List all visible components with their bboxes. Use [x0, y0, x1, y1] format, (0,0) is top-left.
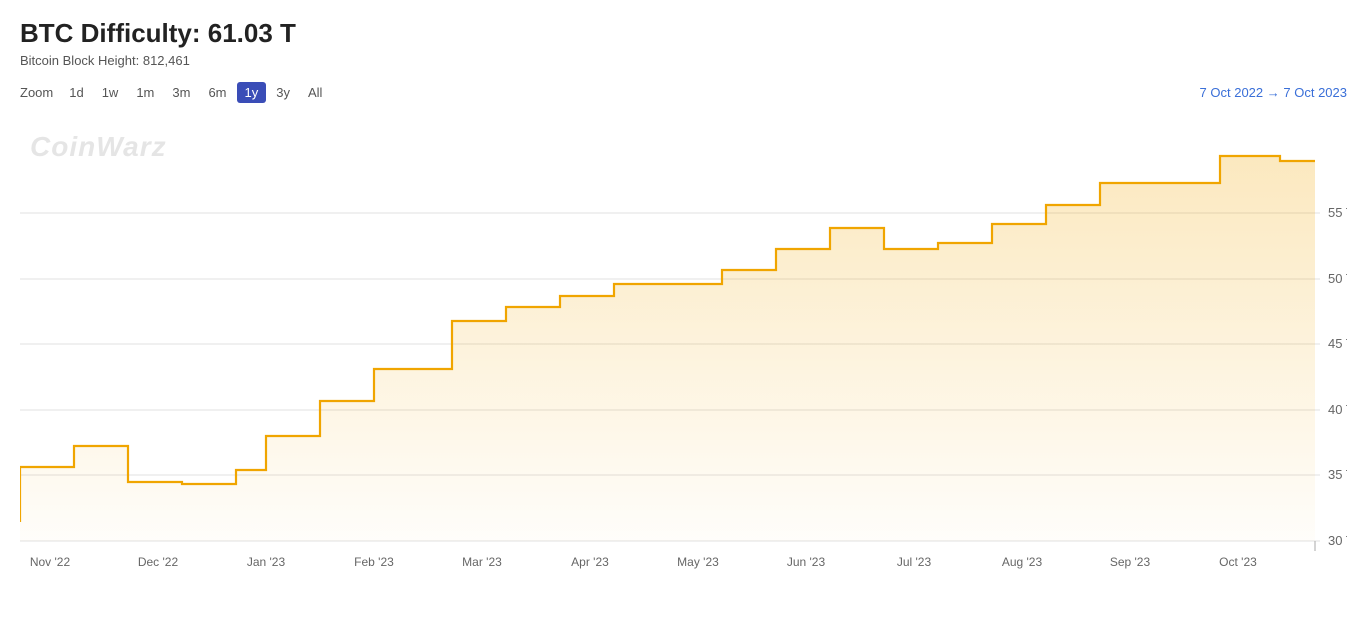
zoom-6m-button[interactable]: 6m — [200, 82, 234, 103]
svg-text:45 T: 45 T — [1328, 336, 1347, 351]
zoom-1d-button[interactable]: 1d — [61, 82, 91, 103]
svg-text:Feb '23: Feb '23 — [354, 555, 394, 569]
page-container: BTC Difficulty: 61.03 T Bitcoin Block He… — [0, 0, 1367, 620]
zoom-controls: Zoom 1d 1w 1m 3m 6m 1y 3y All — [20, 82, 330, 103]
zoom-1w-button[interactable]: 1w — [94, 82, 127, 103]
date-arrow: → — [1267, 85, 1284, 100]
svg-text:Nov '22: Nov '22 — [30, 555, 71, 569]
svg-text:Apr '23: Apr '23 — [571, 555, 609, 569]
page-title: BTC Difficulty: 61.03 T — [20, 18, 1347, 49]
svg-text:55 T: 55 T — [1328, 205, 1347, 220]
zoom-3m-button[interactable]: 3m — [164, 82, 198, 103]
svg-text:Jan '23: Jan '23 — [247, 555, 286, 569]
svg-text:Dec '22: Dec '22 — [138, 555, 179, 569]
svg-text:Jul '23: Jul '23 — [897, 555, 932, 569]
date-start: 7 Oct 2022 — [1200, 85, 1264, 100]
svg-text:Aug '23: Aug '23 — [1002, 555, 1043, 569]
date-range: 7 Oct 2022 → 7 Oct 2023 — [1200, 85, 1347, 100]
toolbar: Zoom 1d 1w 1m 3m 6m 1y 3y All 7 Oct 2022… — [20, 82, 1347, 103]
zoom-3y-button[interactable]: 3y — [268, 82, 298, 103]
svg-text:Oct '23: Oct '23 — [1219, 555, 1257, 569]
svg-text:50 T: 50 T — [1328, 271, 1347, 286]
svg-text:Sep '23: Sep '23 — [1110, 555, 1151, 569]
chart-area: CoinWarz 30 T 35 T 40 T 45 T 50 T 55 T N… — [20, 111, 1347, 571]
chart-svg: 30 T 35 T 40 T 45 T 50 T 55 T Nov '22 De… — [20, 111, 1347, 571]
zoom-label: Zoom — [20, 85, 53, 100]
svg-text:40 T: 40 T — [1328, 402, 1347, 417]
zoom-1m-button[interactable]: 1m — [128, 82, 162, 103]
zoom-1y-button[interactable]: 1y — [237, 82, 267, 103]
zoom-all-button[interactable]: All — [300, 82, 330, 103]
date-end: 7 Oct 2023 — [1283, 85, 1347, 100]
svg-text:Jun '23: Jun '23 — [787, 555, 826, 569]
svg-text:May '23: May '23 — [677, 555, 719, 569]
svg-text:30 T: 30 T — [1328, 533, 1347, 548]
svg-text:35 T: 35 T — [1328, 467, 1347, 482]
block-height: Bitcoin Block Height: 812,461 — [20, 53, 1347, 68]
svg-text:Mar '23: Mar '23 — [462, 555, 502, 569]
